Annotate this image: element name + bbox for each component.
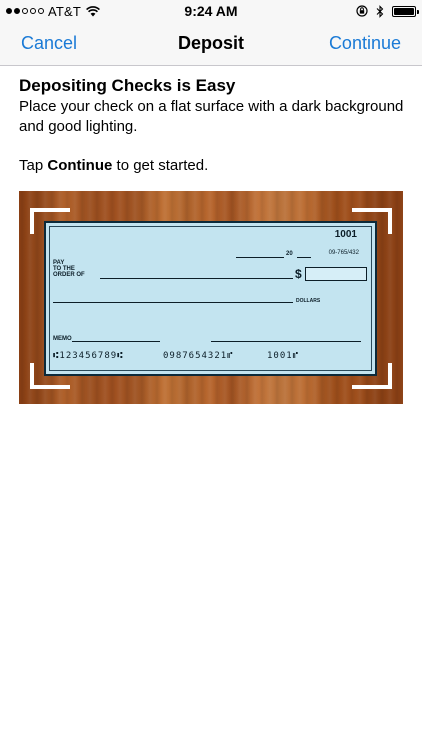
dollar-sign: $ xyxy=(295,267,302,281)
memo-label: MEMO xyxy=(53,336,72,342)
micr-check-number: 1001⑈ xyxy=(267,351,300,361)
check-number: 1001 xyxy=(334,229,357,240)
amount-box xyxy=(305,267,367,281)
instructions-body: Place your check on a flat surface with … xyxy=(19,98,404,135)
amount-words-line xyxy=(53,302,293,303)
date-line xyxy=(236,257,284,258)
tap-continue-emphasis: Continue xyxy=(47,157,113,174)
continue-button[interactable]: Continue xyxy=(329,33,401,54)
battery-fill xyxy=(394,7,414,15)
check-illustration: 1001 09-765/432 20 PAY TO THE ORDER OF $… xyxy=(19,191,403,404)
instructions-tap: Tap Continue to get started. xyxy=(19,157,209,174)
micr-account: 0987654321⑈ xyxy=(163,351,234,361)
battery-icon xyxy=(392,5,419,17)
micr-routing: ⑆123456789⑆ xyxy=(53,351,124,361)
status-right xyxy=(356,4,419,18)
dollars-label: DOLLARS xyxy=(296,298,321,304)
signature-line xyxy=(211,341,361,342)
instructions: Depositing Checks is Easy Place your che… xyxy=(19,76,409,176)
pay-label-3: ORDER OF xyxy=(53,272,85,278)
rotation-lock-icon xyxy=(356,5,368,17)
memo-line xyxy=(72,341,160,342)
check-routing-fraction: 09-765/432 xyxy=(328,250,359,256)
status-bar: AT&T 9:24 AM xyxy=(0,0,422,22)
cancel-button[interactable]: Cancel xyxy=(21,33,77,54)
date-year: 20 xyxy=(286,251,293,257)
sample-check: 1001 09-765/432 20 PAY TO THE ORDER OF $… xyxy=(44,221,377,376)
payee-line xyxy=(100,278,293,279)
bluetooth-icon xyxy=(376,4,384,18)
navigation-bar: Cancel Deposit Continue xyxy=(0,22,422,66)
instructions-heading: Depositing Checks is Easy xyxy=(19,76,236,95)
